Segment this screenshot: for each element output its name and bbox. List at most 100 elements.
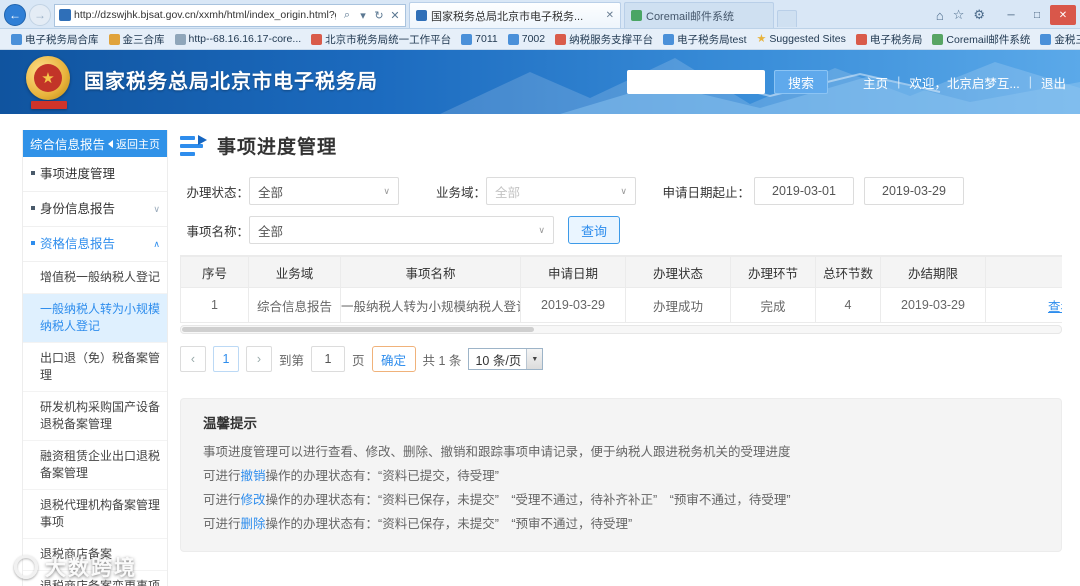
- sidebar-item-progress[interactable]: 事项进度管理: [23, 157, 167, 192]
- pagination: ‹ 1 › 到第 页 确定 共 1 条 10 条/页▼: [180, 346, 1062, 372]
- scrollbar-thumb[interactable]: [182, 327, 534, 332]
- favorite-item[interactable]: http--68.16.16.17-core...: [170, 29, 307, 49]
- cell-status: 办理成功: [625, 287, 731, 323]
- address-bar[interactable]: ⌕ ▾ ↻ ✕: [54, 3, 406, 27]
- favorite-label: 电子税务局合库: [25, 33, 99, 46]
- bullet-icon: [31, 206, 35, 210]
- site-search-button[interactable]: 搜索: [774, 70, 829, 94]
- forward-icon[interactable]: →: [29, 4, 51, 26]
- confirm-page-button[interactable]: 确定: [371, 346, 416, 372]
- favorite-item[interactable]: Coremail邮件系统: [927, 29, 1035, 49]
- minimize-icon[interactable]: ─: [998, 5, 1024, 25]
- sidebar-subitem-selected[interactable]: 一般纳税人转为小规模纳税人登记: [23, 294, 167, 343]
- chevron-down-icon: ∨: [620, 185, 627, 196]
- results-table-wrap: 序号 业务域 事项名称 申请日期 办理状态 办理环节 总环节数 办结期限 1 综…: [180, 255, 1062, 323]
- domain-select[interactable]: 全部 ∨: [486, 177, 636, 205]
- page-title-icon: [180, 134, 207, 156]
- favorite-item[interactable]: 纳税服务支撑平台: [550, 29, 658, 49]
- site-search-input[interactable]: [627, 70, 766, 94]
- favorite-label: 电子税务局: [869, 33, 923, 46]
- tips-line: 可进行撤销操作的办理状态有：“资料已提交，待受理”: [203, 469, 499, 483]
- url-dropdown-icon[interactable]: ▾: [355, 9, 371, 22]
- sidebar-subitem[interactable]: 增值税一般纳税人登记: [23, 262, 167, 294]
- stop-icon[interactable]: ✕: [387, 9, 403, 22]
- page-unit-label: 页: [352, 353, 365, 368]
- browser-tab-active[interactable]: 国家税务总局北京市电子税务... ✕: [409, 2, 621, 28]
- column-header: 序号: [180, 256, 249, 288]
- maximize-icon[interactable]: □: [1024, 5, 1050, 25]
- favorite-label: 北京市税务局统一工作平台: [325, 33, 452, 46]
- favorite-item[interactable]: 电子税务局合库: [6, 29, 104, 49]
- favorite-label: 7002: [521, 33, 546, 45]
- bookmark-icon: [663, 33, 675, 45]
- favorite-label: 纳税服务支撑平台: [569, 33, 654, 46]
- back-icon[interactable]: ←: [4, 4, 26, 26]
- search-icon[interactable]: ⌕: [339, 9, 355, 22]
- chevron-up-icon: ∧: [153, 239, 160, 249]
- tips-title: 温馨提示: [203, 416, 257, 431]
- new-tab-button[interactable]: [777, 10, 797, 27]
- browser-chrome: ← → ⌕ ▾ ↻ ✕ 国家税务总局北京市电子税务... ✕ Coremail邮…: [0, 0, 1080, 29]
- bookmark-icon: [507, 33, 519, 45]
- favorites-star-icon[interactable]: ☆: [953, 7, 965, 23]
- favorite-item[interactable]: 金税三期税收管理系统: [1035, 29, 1080, 49]
- current-page[interactable]: 1: [213, 346, 239, 372]
- home-icon[interactable]: ⌂: [936, 8, 944, 23]
- national-emblem-logo: ★: [26, 56, 70, 100]
- settings-gear-icon[interactable]: ⚙: [973, 7, 985, 23]
- back-to-home-link[interactable]: 返回主页: [108, 136, 160, 152]
- name-select[interactable]: 全部 ∨: [249, 216, 554, 244]
- bullet-icon: [31, 171, 35, 175]
- sidebar-subitem[interactable]: 退税商店备案变更事项: [23, 571, 167, 586]
- url-input[interactable]: [71, 4, 339, 26]
- bookmark-icon: [311, 33, 323, 45]
- table-header-row: 序号 业务域 事项名称 申请日期 办理状态 办理环节 总环节数 办结期限: [180, 256, 1062, 288]
- bookmark-icon: [855, 33, 867, 45]
- delete-keyword: 删除: [240, 517, 266, 531]
- goto-label: 到第: [279, 353, 305, 368]
- favorite-item[interactable]: 北京市税务局统一工作平台: [306, 29, 456, 49]
- sidebar-item-identity[interactable]: 身份信息报告 ∨: [23, 192, 167, 227]
- browser-tab-inactive[interactable]: Coremail邮件系统: [624, 2, 774, 28]
- sidebar-subitem[interactable]: 融资租赁企业出口退税备案管理: [23, 441, 167, 490]
- main-panel: 事项进度管理 办理状态： 全部 ∨ 业务域： 全部 ∨ 申请日期起止： 2019-0…: [180, 130, 1062, 552]
- favorite-item[interactable]: 7011: [456, 29, 503, 49]
- goto-page-input[interactable]: [311, 346, 346, 372]
- home-link[interactable]: 主页: [863, 73, 888, 92]
- cell-deadline: 2019-03-29: [880, 287, 986, 323]
- close-icon[interactable]: ✕: [1050, 5, 1076, 25]
- sidebar-subitem[interactable]: 出口退（免）税备案管理: [23, 343, 167, 392]
- bookmark-icon: [11, 33, 22, 45]
- tab-label: Coremail邮件系统: [646, 10, 735, 23]
- sidebar-item-qualification[interactable]: 资格信息报告 ∧: [23, 227, 167, 262]
- status-filter-label: 办理状态：: [186, 185, 249, 200]
- horizontal-scrollbar[interactable]: [180, 325, 1062, 334]
- favorite-item[interactable]: 金三合库: [104, 29, 170, 49]
- view-link[interactable]: 查看: [1048, 300, 1062, 314]
- sidebar-subitem[interactable]: 退税商店备案: [23, 539, 167, 571]
- date-from-input[interactable]: 2019-03-01: [754, 177, 854, 205]
- refresh-icon[interactable]: ↻: [371, 9, 387, 22]
- column-header: [985, 256, 1062, 288]
- sidebar-subitem[interactable]: 研发机构采购国产设备退税备案管理: [23, 392, 167, 441]
- back-arrow-icon: [108, 139, 113, 148]
- page-size-select[interactable]: 10 条/页 ▼: [468, 348, 544, 370]
- next-page-button[interactable]: ›: [246, 346, 272, 372]
- status-select[interactable]: 全部 ∨: [249, 177, 399, 205]
- cell-apply-date: 2019-03-29: [520, 287, 626, 323]
- page-favicon-icon: [59, 9, 71, 21]
- favorite-item[interactable]: 电子税务局test: [658, 29, 751, 49]
- date-to-input[interactable]: 2019-03-29: [864, 177, 964, 205]
- favorite-item[interactable]: 7002: [503, 29, 550, 49]
- favorite-item[interactable]: ★ Suggested Sites: [752, 29, 851, 49]
- favorite-label: 金税三期税收管理系统: [1054, 33, 1080, 46]
- query-button[interactable]: 查询: [568, 216, 620, 244]
- logout-link[interactable]: 退出: [1041, 73, 1066, 92]
- table-row: 1 综合信息报告 一般纳税人转为小规模纳税人登记 2019-03-29 办理成功…: [180, 287, 1062, 323]
- favorite-item[interactable]: 电子税务局: [851, 29, 928, 49]
- dropdown-arrow-icon: ▼: [526, 349, 543, 369]
- tab-close-icon[interactable]: ✕: [606, 10, 614, 21]
- column-header: 办理环节: [730, 256, 816, 288]
- prev-page-button[interactable]: ‹: [180, 346, 206, 372]
- sidebar-subitem[interactable]: 退税代理机构备案管理事项: [23, 490, 167, 539]
